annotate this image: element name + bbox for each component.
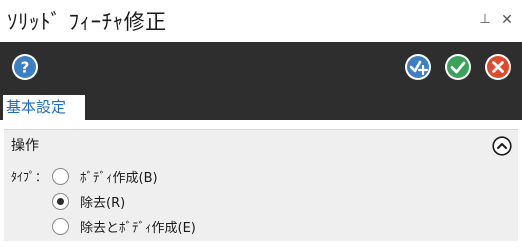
radio-remove-and-body-create[interactable] xyxy=(52,217,69,235)
option-label: 除去(R) xyxy=(80,195,126,211)
option-remove-and-body-create[interactable]: 除去とﾎﾞﾃﾞｨ作成(E) xyxy=(52,215,196,237)
radio-body-create[interactable] xyxy=(52,167,69,185)
window-title: ｿﾘｯﾄﾞ ﾌｨｰﾁｬ修正 xyxy=(7,10,167,34)
operation-title: 操作 xyxy=(11,138,39,154)
option-label: ﾎﾞﾃﾞｨ作成(B) xyxy=(80,170,158,186)
check-icon xyxy=(445,54,471,80)
cancel-icon xyxy=(485,54,511,80)
cancel-button[interactable] xyxy=(484,53,512,81)
help-icon: ? xyxy=(12,54,38,80)
tab-bar: 基本設定 xyxy=(0,92,522,120)
svg-text:?: ? xyxy=(21,59,30,77)
close-icon[interactable]: ✕ xyxy=(499,10,515,30)
type-label: ﾀｲﾌﾟ： xyxy=(11,170,48,184)
operation-panel: 操作 ﾀｲﾌﾟ： ﾎﾞﾃﾞｨ作成(B) 除去(R) 除去とﾎﾞﾃﾞｨ作成(E) xyxy=(4,129,518,241)
chevron-up-icon xyxy=(492,136,512,156)
radio-remove[interactable] xyxy=(52,192,69,210)
check-plus-icon xyxy=(405,54,431,80)
toolbar: ? xyxy=(0,42,522,92)
pin-icon[interactable]: ⊥ xyxy=(477,10,493,30)
option-label: 除去とﾎﾞﾃﾞｨ作成(E) xyxy=(80,220,196,236)
title-bar: ｿﾘｯﾄﾞ ﾌｨｰﾁｬ修正 ⊥ ✕ xyxy=(0,0,522,42)
ok-button[interactable] xyxy=(444,53,472,81)
option-body-create[interactable]: ﾎﾞﾃﾞｨ作成(B) xyxy=(52,165,158,187)
collapse-button[interactable] xyxy=(492,136,512,156)
option-remove[interactable]: 除去(R) xyxy=(52,190,125,212)
tab-basic-settings[interactable]: 基本設定 xyxy=(3,95,85,120)
help-button[interactable]: ? xyxy=(11,53,39,81)
apply-continue-button[interactable] xyxy=(404,53,432,81)
